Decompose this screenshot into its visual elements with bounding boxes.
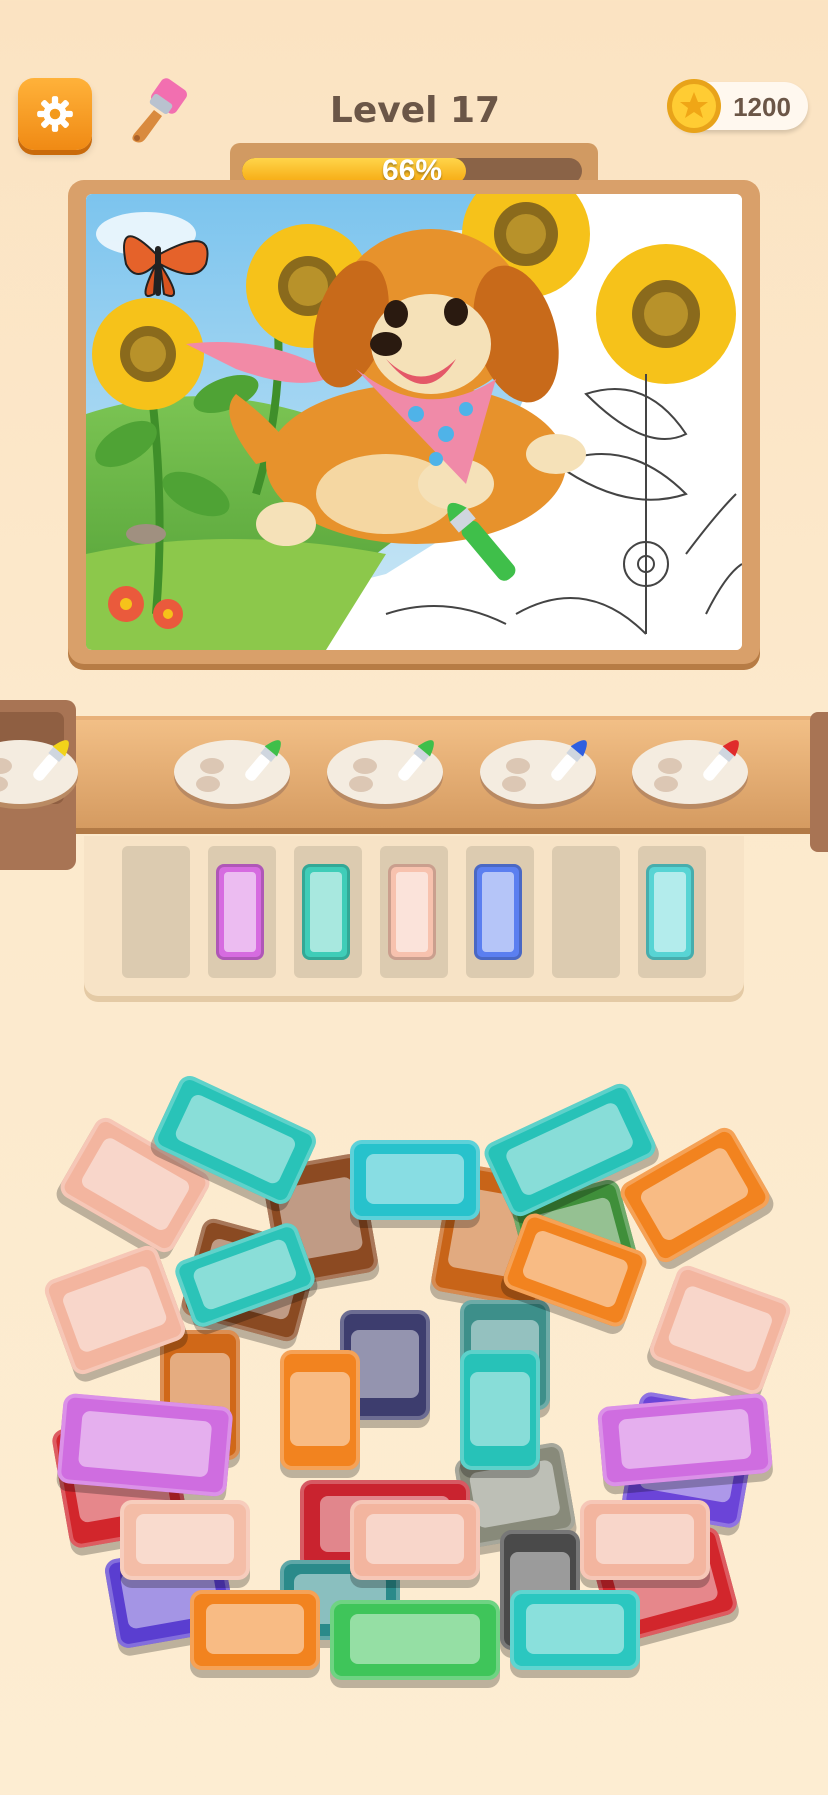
paint-tube-box[interactable] bbox=[302, 864, 350, 960]
tube-slot[interactable] bbox=[638, 846, 706, 978]
paint-tube-box[interactable] bbox=[646, 864, 694, 960]
paint-brush-button[interactable] bbox=[120, 72, 200, 152]
tube-slot[interactable] bbox=[380, 846, 448, 978]
paint-tube-block[interactable] bbox=[190, 1590, 320, 1670]
tube-slot[interactable] bbox=[208, 846, 276, 978]
paint-brush-icon bbox=[132, 78, 187, 143]
paint-tube-block[interactable] bbox=[56, 1392, 234, 1498]
paint-tube-box[interactable] bbox=[388, 864, 436, 960]
paint-tube-block[interactable] bbox=[280, 1350, 360, 1470]
palette-green[interactable] bbox=[172, 726, 290, 809]
level-title: Level 17 bbox=[329, 90, 501, 131]
paint-tube-block[interactable] bbox=[330, 1600, 500, 1680]
palette-green[interactable] bbox=[325, 726, 443, 809]
tube-slot[interactable] bbox=[294, 846, 362, 978]
paint-block-pile bbox=[40, 1072, 794, 1700]
tube-slot[interactable] bbox=[466, 846, 534, 978]
paint-tube-block[interactable] bbox=[510, 1590, 640, 1670]
tube-slot[interactable] bbox=[122, 846, 190, 978]
paint-tube-block[interactable] bbox=[350, 1140, 480, 1220]
settings-button[interactable] bbox=[18, 78, 92, 150]
palette-blue[interactable] bbox=[478, 726, 596, 809]
conveyor-right-cap bbox=[810, 712, 828, 852]
palette-red[interactable] bbox=[630, 726, 748, 809]
paint-tube-block[interactable] bbox=[646, 1262, 794, 1398]
star-coin-icon bbox=[664, 76, 724, 136]
paint-tube-box[interactable] bbox=[474, 864, 522, 960]
paint-tube-box[interactable] bbox=[216, 864, 264, 960]
coin-amount: 1200 bbox=[733, 92, 791, 122]
paint-tube-block[interactable] bbox=[120, 1500, 250, 1580]
palette-yellow[interactable] bbox=[0, 726, 78, 809]
gear-icon bbox=[37, 96, 73, 132]
paint-tube-block[interactable] bbox=[596, 1392, 774, 1488]
paint-tube-block[interactable] bbox=[460, 1350, 540, 1470]
tube-slot[interactable] bbox=[552, 846, 620, 978]
paint-tube-block[interactable] bbox=[350, 1500, 480, 1580]
coloring-canvas bbox=[86, 194, 742, 650]
paint-tube-block[interactable] bbox=[580, 1500, 710, 1580]
